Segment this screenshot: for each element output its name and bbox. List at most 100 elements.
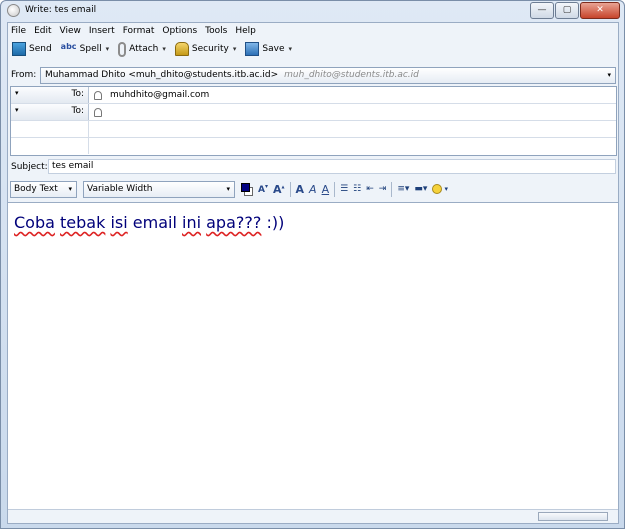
body-word: isi <box>110 213 128 232</box>
menu-file[interactable]: File <box>11 26 26 36</box>
paperclip-icon <box>118 41 127 57</box>
bold-button[interactable]: A <box>296 183 305 196</box>
lock-icon <box>174 42 189 56</box>
close-button[interactable]: ✕ <box>580 2 620 19</box>
toolbar-separator <box>289 181 291 197</box>
title-bar: Write: tes email — ▢ ✕ <box>1 1 624 21</box>
body-word: tebak <box>60 213 106 232</box>
message-body-editor[interactable]: Coba tebak isi email ini apa??? :)) <box>8 202 618 509</box>
thunderbird-app-icon <box>7 4 20 17</box>
menu-bar: File Edit View Insert Format Options Too… <box>8 23 618 38</box>
attach-button[interactable]: Attach ▾ <box>118 41 166 57</box>
chevron-down-icon: ▾ <box>68 184 72 193</box>
subject-row: Subject: tes email <box>8 158 618 175</box>
font-select[interactable]: Variable Width ▾ <box>83 180 235 198</box>
align-icon[interactable]: ≡▾ <box>397 184 409 194</box>
outdent-icon[interactable]: ⇤ <box>366 184 374 194</box>
floppy-disk-icon <box>245 42 260 56</box>
minimize-button[interactable]: — <box>530 2 554 19</box>
recipient-type-label: To: <box>71 106 84 116</box>
insert-image-icon[interactable]: ▬▾ <box>414 184 427 194</box>
status-progress-bar <box>538 512 608 521</box>
maximize-button[interactable]: ▢ <box>555 2 579 19</box>
spell-button[interactable]: abc Spell ▾ <box>61 42 109 56</box>
menu-format[interactable]: Format <box>123 26 155 36</box>
spell-label: Spell <box>79 44 102 54</box>
body-word: Coba <box>14 213 55 232</box>
body-word: :)) <box>266 213 285 232</box>
contact-icon <box>94 107 102 117</box>
recipient-row: ▾ To: muhdhito@gmail.com <box>11 87 616 104</box>
from-label: From: <box>11 70 37 80</box>
compose-window: Write: tes email — ▢ ✕ File Edit View In… <box>0 0 625 529</box>
spell-dropdown-icon[interactable]: ▾ <box>106 45 110 53</box>
message-body-text: Coba tebak isi email ini apa??? :)) <box>14 213 284 232</box>
compose-client-area: File Edit View Insert Format Options Too… <box>7 22 619 524</box>
larger-font-button[interactable]: A▴ <box>273 183 285 196</box>
recipient-row: ▾ To: <box>11 104 616 121</box>
menu-options[interactable]: Options <box>162 26 197 36</box>
recipient-row-empty-type <box>11 138 89 154</box>
recipient-address: muhdhito@gmail.com <box>110 90 210 100</box>
send-icon <box>12 42 26 56</box>
smiley-dropdown-icon[interactable]: ▾ <box>444 185 448 193</box>
attach-dropdown-icon[interactable]: ▾ <box>162 45 166 53</box>
from-identity-select[interactable]: Muhammad Dhito <muh_dhito@students.itb.a… <box>40 66 616 84</box>
numbered-list-icon[interactable]: ☷ <box>353 184 361 194</box>
menu-insert[interactable]: Insert <box>89 26 115 36</box>
attach-label: Attach <box>129 44 159 54</box>
toolbar-separator <box>334 181 336 197</box>
recipient-list: ▾ To: muhdhito@gmail.com ▾ To: <box>10 86 617 156</box>
font-value: Variable Width <box>87 184 153 194</box>
window-controls: — ▢ ✕ <box>529 2 620 19</box>
contact-icon <box>94 90 102 100</box>
recipient-address-field[interactable]: muhdhito@gmail.com <box>89 87 209 103</box>
chevron-down-icon: ▾ <box>15 106 19 114</box>
compose-toolbar: Send abc Spell ▾ Attach ▾ Security ▾ Sav… <box>8 38 618 60</box>
menu-edit[interactable]: Edit <box>34 26 51 36</box>
from-hint: muh_dhito@students.itb.ac.id <box>284 70 419 80</box>
send-button[interactable]: Send <box>12 42 52 56</box>
body-word: apa??? <box>206 213 262 232</box>
body-word: email <box>132 213 177 232</box>
menu-tools[interactable]: Tools <box>205 26 227 36</box>
subject-label: Subject: <box>11 161 48 172</box>
chevron-down-icon[interactable]: ▾ <box>607 71 611 79</box>
italic-button[interactable]: A <box>309 183 317 196</box>
paragraph-style-select[interactable]: Body Text ▾ <box>10 180 77 198</box>
chevron-down-icon: ▾ <box>15 89 19 97</box>
security-label: Security <box>191 44 229 54</box>
security-dropdown-icon[interactable]: ▾ <box>233 45 237 53</box>
from-value: Muhammad Dhito <muh_dhito@students.itb.a… <box>45 70 279 80</box>
save-button[interactable]: Save ▾ <box>245 42 292 56</box>
menu-help[interactable]: Help <box>235 26 256 36</box>
menu-view[interactable]: View <box>60 26 81 36</box>
chevron-down-icon: ▾ <box>226 184 230 193</box>
smiley-icon[interactable] <box>432 184 443 194</box>
recipient-row-empty[interactable] <box>11 138 616 155</box>
from-row: From: Muhammad Dhito <muh_dhito@students… <box>8 64 618 86</box>
send-label: Send <box>29 44 52 54</box>
spellcheck-icon: abc <box>60 42 77 51</box>
text-color-swatch[interactable] <box>241 182 250 192</box>
window-title: Write: tes email <box>25 5 97 15</box>
body-word: ini <box>182 213 202 232</box>
subject-input[interactable]: tes email <box>48 159 616 174</box>
save-dropdown-icon[interactable]: ▾ <box>288 45 292 53</box>
recipient-type-label: To: <box>71 89 84 99</box>
format-toolbar: Body Text ▾ Variable Width ▾ A▾ A▴ A A A… <box>8 178 618 200</box>
security-button[interactable]: Security ▾ <box>174 42 237 56</box>
recipient-row-empty-type <box>11 121 89 137</box>
save-label: Save <box>262 44 285 54</box>
underline-button[interactable]: A <box>322 183 330 196</box>
status-bar <box>8 509 618 523</box>
indent-icon[interactable]: ⇥ <box>379 184 387 194</box>
recipient-type-select[interactable]: ▾ To: <box>11 87 89 103</box>
smaller-font-button[interactable]: A▾ <box>258 183 268 195</box>
toolbar-separator <box>391 181 393 197</box>
text-color-picker[interactable] <box>241 182 253 196</box>
bullet-list-icon[interactable]: ☰ <box>340 184 348 194</box>
recipient-row-empty[interactable] <box>11 121 616 138</box>
recipient-type-select[interactable]: ▾ To: <box>11 104 89 120</box>
recipient-address-field[interactable] <box>89 104 110 120</box>
